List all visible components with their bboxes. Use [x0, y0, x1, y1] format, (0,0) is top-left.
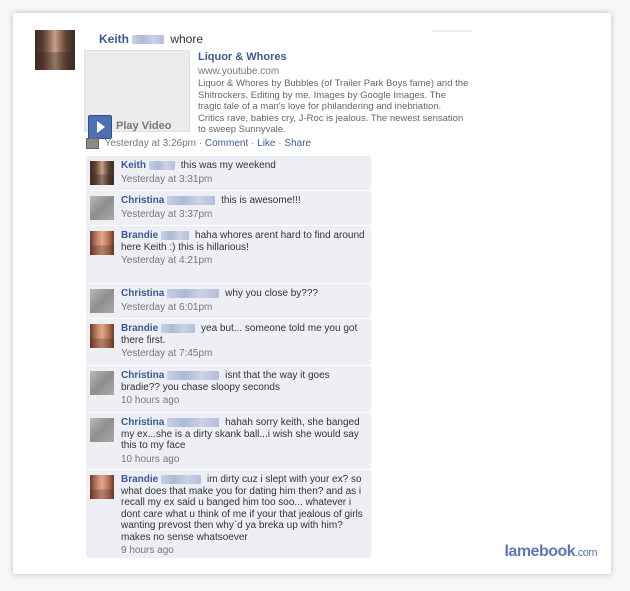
comment-time[interactable]: Yesterday at 3:31pm — [121, 174, 369, 186]
separator: · — [198, 138, 203, 150]
commenter-avatar[interactable] — [90, 418, 114, 442]
separator: · — [278, 138, 282, 150]
author-avatar[interactable] — [35, 30, 75, 70]
watermark-tld: .com — [575, 547, 597, 559]
commenter-name[interactable]: Brandie — [121, 474, 158, 485]
comment-time[interactable]: Yesterday at 6:01pm — [121, 302, 369, 314]
redacted-surname — [161, 323, 196, 333]
commenter-name[interactable]: Christina — [121, 195, 164, 206]
redacted-surname — [167, 417, 220, 427]
comment-item: Brandie haha whores arent hard to find a… — [86, 226, 371, 284]
post-card: Keith whore Play Video Liquor & Whores w… — [13, 13, 611, 574]
redacted-surname — [167, 195, 216, 205]
redacted-surname — [161, 230, 190, 240]
comment-time[interactable]: Yesterday at 7:45pm — [121, 348, 369, 360]
post-action-text: whore — [170, 32, 204, 46]
comment-time[interactable]: Yesterday at 3:37pm — [121, 209, 369, 221]
faint-divider — [433, 30, 471, 32]
redacted-surname — [161, 474, 202, 484]
commenter-avatar[interactable] — [90, 231, 114, 255]
separator: · — [251, 138, 255, 150]
comment-text: this is awesome!!! — [221, 195, 301, 206]
commenter-name[interactable]: Christina — [121, 370, 164, 381]
commenter-name[interactable]: Brandie — [121, 323, 158, 334]
comment-item: Christina this is awesome!!! Yesterday at… — [86, 191, 371, 226]
comment-item: Christina hahah sorry keith, she banged … — [86, 413, 371, 470]
comment-link[interactable]: Comment — [205, 138, 248, 149]
comment-item: Brandie yea but... someone told me you g… — [86, 319, 371, 366]
comment-item: Keith this was my weekend Yesterday at 3:… — [86, 156, 371, 191]
redacted-surname — [149, 160, 175, 170]
link-description: Liquor & Whores by Bubbles (of Trailer P… — [198, 78, 469, 135]
commenter-avatar[interactable] — [90, 324, 114, 348]
like-link[interactable]: Like — [257, 138, 275, 149]
commenter-avatar[interactable] — [90, 371, 114, 395]
post-timestamp[interactable]: Yesterday at 3:26pm — [105, 138, 196, 149]
comment-text: this was my weekend — [180, 160, 276, 171]
lamebook-logo: lamebook.com — [504, 543, 597, 561]
comment-time[interactable]: 10 hours ago — [121, 454, 369, 466]
comment-text: why you close by??? — [225, 288, 318, 299]
commenter-avatar[interactable] — [90, 289, 114, 313]
commenter-name[interactable]: Christina — [121, 288, 164, 299]
commenter-avatar[interactable] — [90, 196, 114, 220]
commenter-avatar[interactable] — [90, 475, 114, 499]
play-icon[interactable] — [88, 115, 112, 139]
comment-item: Christina why you close by??? Yesterday a… — [86, 284, 371, 319]
video-icon — [86, 138, 99, 149]
commenter-name[interactable]: Keith — [121, 160, 146, 171]
share-link[interactable]: Share — [284, 138, 311, 149]
author-name[interactable]: Keith — [99, 32, 129, 46]
comment-item: Brandie im dirty cuz i slept with your e… — [86, 470, 371, 559]
commenter-name[interactable]: Brandie — [121, 230, 158, 241]
redacted-surname — [167, 370, 220, 380]
watermark-brand: lamebook — [504, 543, 576, 560]
redacted-surname — [167, 288, 220, 298]
comment-time[interactable]: 10 hours ago — [121, 395, 369, 407]
comment-time[interactable]: Yesterday at 4:21pm — [121, 255, 369, 267]
comment-time[interactable]: 9 hours ago — [121, 545, 369, 557]
commenter-name[interactable]: Christina — [121, 417, 164, 428]
link-title[interactable]: Liquor & Whores — [198, 51, 287, 63]
post-header: Keith whore — [99, 32, 203, 46]
commenter-avatar[interactable] — [90, 161, 114, 185]
play-video-label[interactable]: Play Video — [116, 120, 171, 132]
post-meta: Yesterday at 3:26pm · Comment · Like · S… — [86, 138, 311, 149]
redacted-surname — [132, 35, 164, 45]
link-url: www.youtube.com — [198, 66, 280, 77]
comment-item: Christina isnt that the way it goes brad… — [86, 366, 371, 413]
